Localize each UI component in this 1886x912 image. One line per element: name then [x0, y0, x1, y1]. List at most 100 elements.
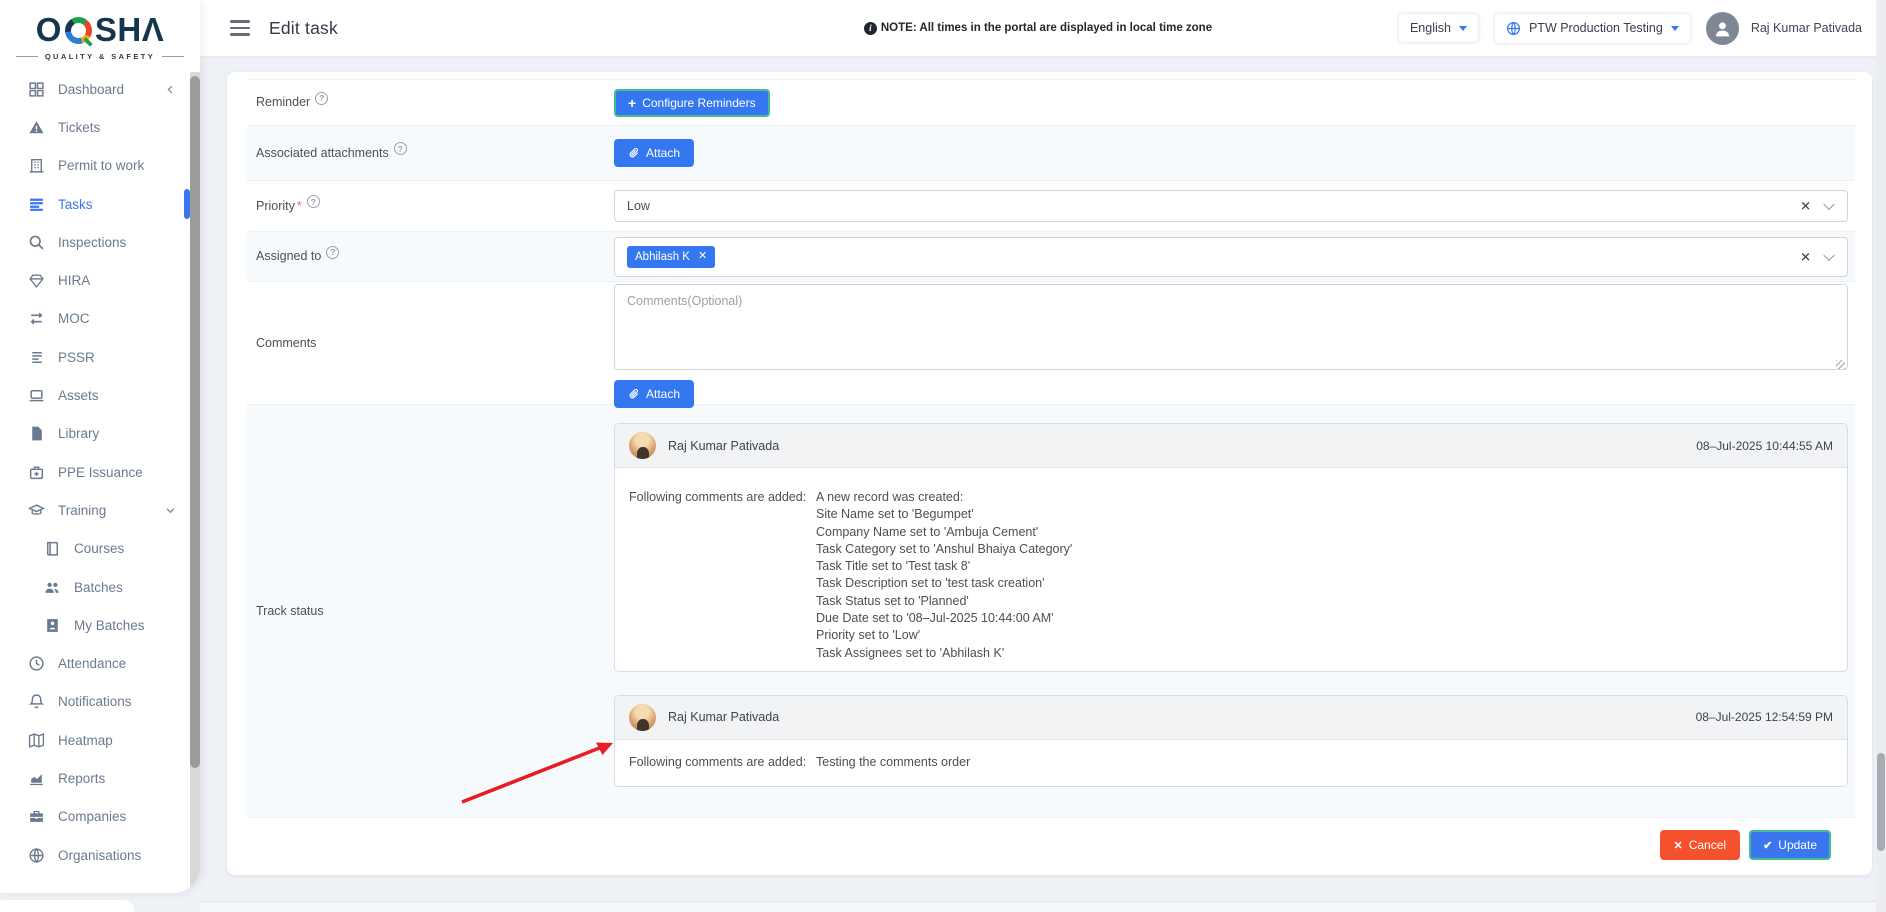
grid-icon — [28, 81, 45, 98]
comments-textarea[interactable] — [614, 284, 1848, 370]
assigned-to-row: Assigned to? Abhilash K ✕ ✕ — [247, 231, 1855, 281]
user-avatar[interactable] — [1706, 12, 1739, 45]
paperclip-icon — [628, 147, 640, 159]
sidebar-item-tasks[interactable]: Tasks — [0, 185, 200, 223]
sidebar-scrollbar-thumb[interactable] — [190, 76, 200, 768]
sidebar-item-pssr[interactable]: PSSR — [0, 338, 200, 376]
laptop-icon — [28, 387, 45, 404]
user-name: Raj Kumar Pativada — [1751, 21, 1862, 35]
cancel-button[interactable]: ✕ Cancel — [1660, 830, 1741, 860]
task-list-icon — [28, 196, 45, 213]
chevron-down-icon[interactable] — [165, 505, 176, 516]
sidebar-item-assets[interactable]: Assets — [0, 376, 200, 414]
comment-prefix: Following comments are added: — [629, 489, 816, 662]
priority-label: Priority*? — [256, 199, 614, 214]
file-icon — [28, 425, 45, 442]
priority-row: Priority*? Low ✕ — [247, 180, 1855, 231]
building-icon — [28, 157, 45, 174]
sidebar-overflow-panel: Sites — [0, 900, 134, 912]
logo-q-icon — [65, 17, 92, 44]
assigned-to-multiselect[interactable]: Abhilash K ✕ ✕ — [614, 237, 1848, 277]
caret-down-icon — [1671, 26, 1679, 31]
sidebar-item-inspections[interactable]: Inspections — [0, 223, 200, 261]
chevron-down-icon[interactable] — [1823, 199, 1834, 210]
chevron-left-icon[interactable] — [165, 84, 176, 95]
globe-icon — [28, 847, 45, 864]
attach-button[interactable]: Attach — [614, 139, 694, 167]
track-entry-body: Following comments are added: Testing th… — [615, 740, 1847, 786]
chart-icon — [28, 770, 45, 787]
clear-icon[interactable]: ✕ — [1800, 200, 1811, 213]
sidebar-item-my-batches[interactable]: My Batches — [0, 606, 200, 644]
briefcase-plus-icon — [28, 464, 45, 481]
sidebar-nav: Dashboard Tickets Permit to work Tasks I… — [0, 70, 200, 874]
sidebar-item-companies[interactable]: Companies — [0, 798, 200, 836]
resize-handle[interactable] — [1836, 360, 1845, 369]
comment-author-name: Raj Kumar Pativada — [668, 439, 779, 453]
sidebar-item-library[interactable]: Library — [0, 415, 200, 453]
sidebar-item-ppe-issuance[interactable]: PPE Issuance — [0, 453, 200, 491]
brand-logo: O SHΛ QUALITY & SAFETY — [0, 0, 200, 61]
sidebar-item-training[interactable]: Training — [0, 491, 200, 529]
sidebar-item-heatmap[interactable]: Heatmap — [0, 721, 200, 759]
comments-row: Comments Attach — [247, 281, 1855, 404]
comment-author-avatar — [629, 704, 656, 731]
tenant-dropdown-value: PTW Production Testing — [1529, 21, 1663, 35]
sidebar-item-sites[interactable]: Sites — [0, 900, 134, 912]
reminder-row: Reminder? + Configure Reminders — [247, 79, 1855, 125]
priority-select[interactable]: Low ✕ — [614, 190, 1848, 222]
configure-reminders-button[interactable]: + Configure Reminders — [614, 89, 770, 117]
sidebar-item-batches[interactable]: Batches — [0, 568, 200, 606]
sidebar-item-dashboard[interactable]: Dashboard — [0, 70, 200, 108]
help-icon[interactable]: ? — [315, 92, 328, 105]
comment-prefix: Following comments are added: — [629, 754, 816, 771]
clear-icon[interactable]: ✕ — [1800, 250, 1811, 263]
sidebar-card: O SHΛ QUALITY & SAFETY Dashboard Tickets… — [0, 0, 200, 893]
track-entry-body: Following comments are added: A new reco… — [615, 468, 1847, 671]
assignee-chip[interactable]: Abhilash K ✕ — [627, 246, 715, 268]
briefcase-icon — [28, 808, 45, 825]
plus-icon: + — [628, 98, 636, 108]
track-entry-header: Raj Kumar Pativada 08–Jul-2025 10:44:55 … — [615, 424, 1847, 468]
close-icon: ✕ — [1674, 839, 1683, 852]
sidebar-item-organisations[interactable]: Organisations — [0, 836, 200, 874]
logo-text-left: O — [36, 11, 62, 49]
search-icon — [28, 234, 45, 251]
warning-icon — [28, 119, 45, 136]
id-book-icon — [44, 617, 61, 634]
timezone-note-text: NOTE: All times in the portal are displa… — [881, 22, 1212, 34]
users-icon — [44, 579, 61, 596]
main-area: Edit task i NOTE: All times in the porta… — [200, 0, 1886, 912]
sidebar-item-courses[interactable]: Courses — [0, 530, 200, 568]
sidebar-item-hira[interactable]: HIRA — [0, 261, 200, 299]
tenant-dropdown[interactable]: PTW Production Testing — [1494, 13, 1691, 44]
sidebar-scrollbar[interactable] — [190, 72, 200, 893]
chip-remove-icon[interactable]: ✕ — [698, 251, 707, 262]
update-button[interactable]: ✔ Update — [1749, 830, 1831, 860]
sidebar-item-permit-to-work[interactable]: Permit to work — [0, 147, 200, 185]
page-scrollbar[interactable] — [1876, 0, 1886, 912]
page-title: Edit task — [269, 18, 338, 39]
clock-icon — [28, 655, 45, 672]
paperclip-icon — [628, 388, 640, 400]
comment-lines: A new record was created: Site Name set … — [816, 489, 1072, 662]
chevron-down-icon[interactable] — [1823, 249, 1834, 260]
map-icon — [28, 732, 45, 749]
comment-timestamp: 08–Jul-2025 10:44:55 AM — [1696, 439, 1833, 453]
globe-icon — [1506, 21, 1521, 36]
sidebar-item-tickets[interactable]: Tickets — [0, 108, 200, 146]
sidebar-item-reports[interactable]: Reports — [0, 759, 200, 797]
hamburger-menu-icon[interactable] — [230, 20, 250, 35]
track-status-entry: Raj Kumar Pativada 08–Jul-2025 10:44:55 … — [614, 423, 1848, 672]
help-icon[interactable]: ? — [394, 142, 407, 155]
help-icon[interactable]: ? — [307, 195, 320, 208]
language-dropdown[interactable]: English — [1398, 13, 1479, 43]
comments-attach-button[interactable]: Attach — [614, 380, 694, 408]
sidebar-item-notifications[interactable]: Notifications — [0, 683, 200, 721]
sidebar-item-moc[interactable]: MOC — [0, 300, 200, 338]
sidebar-item-attendance[interactable]: Attendance — [0, 644, 200, 682]
edit-task-form-card: Reminder? + Configure Reminders Associat… — [227, 72, 1872, 875]
help-icon[interactable]: ? — [326, 246, 339, 259]
page-scrollbar-thumb[interactable] — [1877, 753, 1885, 851]
track-status-row: Track status Raj Kumar Pativada 08–Jul-2… — [247, 404, 1855, 817]
